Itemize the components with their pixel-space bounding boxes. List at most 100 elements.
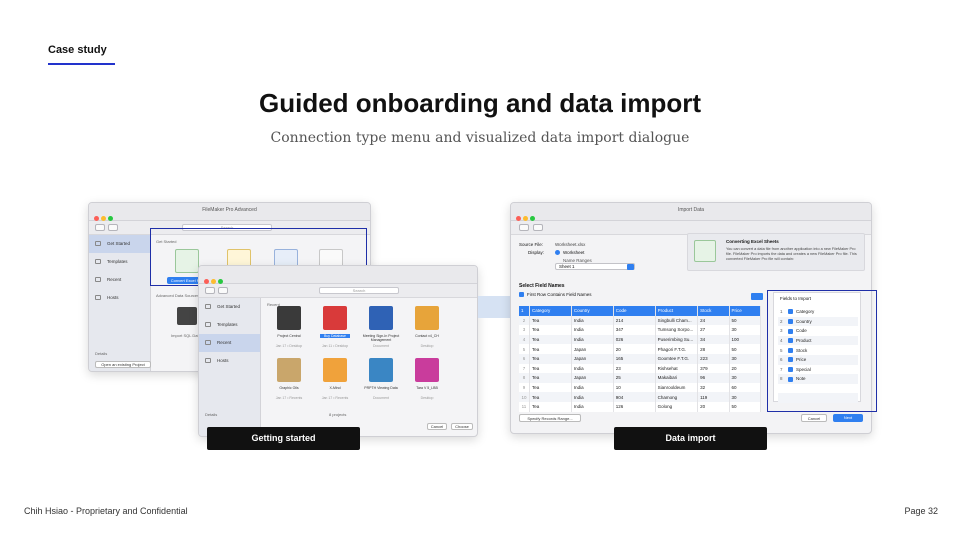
first-row-checkbox[interactable]: First Row Contains Field Names	[519, 292, 592, 298]
toolbar: Search	[199, 284, 477, 298]
items-count: 8 projects	[329, 412, 347, 417]
column-header[interactable]: Stock	[697, 306, 730, 316]
recent-file-name: PRPTH Viewing Data	[364, 386, 398, 390]
column-header[interactable]: Price	[729, 306, 762, 316]
column-header[interactable]: Code	[613, 306, 656, 316]
cancel-button[interactable]: Cancel	[427, 423, 447, 430]
row-number: 6	[519, 353, 530, 364]
section-advanced: Advanced Data Sources	[156, 293, 200, 298]
sidebar-toggle-icon[interactable]	[205, 287, 215, 294]
table-row[interactable]: 8 Tea Japan 25 Makaibari 96 30	[519, 373, 762, 383]
recent-file-thumbnail[interactable]	[369, 358, 393, 382]
table-cell: 119	[697, 392, 730, 402]
recent-file-thumbnail[interactable]	[277, 306, 301, 330]
table-cell: 126	[613, 401, 656, 412]
table-cell: 20	[613, 344, 656, 354]
table-cell: India	[571, 325, 614, 335]
table-cell: 30	[729, 325, 762, 335]
title-bar: Import Data	[511, 203, 871, 221]
table-cell: India	[571, 382, 614, 393]
recent-file-meta: Document	[373, 396, 389, 400]
recent-file-meta: Desktop	[420, 396, 434, 400]
specify-records-range-button[interactable]: Specify Records Range...	[519, 414, 581, 422]
sheet-select[interactable]: Sheet 1	[555, 263, 635, 270]
chevron-down-icon	[627, 264, 634, 270]
sidebar-toggle-icon[interactable]	[519, 224, 529, 231]
table-row[interactable]: 6 Tea Japan 165 Goomtee F.T.G. 223 30	[519, 353, 762, 364]
table-row[interactable]: 9 Tea India 10 Sianrooldeum 32 60	[519, 382, 762, 393]
table-row[interactable]: 11 Tea India 126 Golong 20 50	[519, 401, 762, 412]
sidebar-item-recent[interactable]: Recent	[89, 271, 150, 289]
row-number: 7	[519, 363, 530, 374]
choose-button[interactable]: Choose	[451, 423, 473, 430]
sidebar-item-templates[interactable]: Templates	[89, 253, 150, 271]
table-cell: 50	[729, 401, 762, 412]
table-cell: India	[571, 334, 614, 345]
radio-selected-icon	[555, 250, 560, 256]
radio-worksheet[interactable]: Worksheet	[555, 250, 584, 256]
column-header[interactable]: Category	[529, 306, 572, 316]
table-row[interactable]: 3 Tea India 347 Tumsong Sorpo... 27 30	[519, 325, 762, 335]
details-toggle[interactable]: Details	[205, 412, 217, 417]
sidebar-item-hosts[interactable]: Hosts	[199, 352, 260, 370]
details-toggle[interactable]: Details	[95, 351, 107, 356]
table-cell: Golong	[655, 401, 699, 412]
title-bar: FileMaker Pro Advanced	[89, 203, 370, 221]
row-number: 2	[519, 315, 530, 326]
footer-confidential: Chih Hsiao - Proprietary and Confidentia…	[24, 506, 188, 516]
sidebar-toggle-icon[interactable]	[95, 224, 105, 231]
star-icon	[95, 241, 101, 246]
table-cell: Tea	[529, 373, 572, 383]
recent-file-meta: Jan 17 • Desktop	[275, 344, 303, 348]
display-label: Display:	[528, 250, 545, 255]
table-cell: India	[571, 315, 614, 326]
table-row[interactable]: 10 Tea India 904 Chamong 119 30	[519, 392, 762, 402]
table-row[interactable]: 2 Tea India 214 Singbulli Cham... 24 50	[519, 315, 762, 326]
options-button[interactable]	[751, 293, 763, 300]
window-title: FileMaker Pro Advanced	[202, 207, 257, 213]
table-row[interactable]: 5 Tea Japan 20 Phagori F.T.G. 28 50	[519, 344, 762, 354]
recent-file-thumbnail[interactable]	[323, 358, 347, 382]
table-cell: Tumsong Sorpo...	[655, 325, 699, 335]
recent-file-thumbnail[interactable]	[415, 358, 439, 382]
table-row[interactable]: 4 Tea India 026 Puserimbing Su... 34 100	[519, 334, 762, 345]
table-cell: India	[571, 363, 614, 374]
table-cell: Rishsehat	[655, 363, 699, 374]
column-header[interactable]: Country	[571, 306, 614, 316]
table-cell: Chamong	[655, 392, 699, 402]
table-cell: 32	[697, 382, 730, 393]
source-file-value: Worksheet.xlsx	[555, 242, 586, 247]
sidebar-item-get-started[interactable]: Get Started	[199, 298, 260, 316]
recent-file-meta: Jan 17 • Recents	[275, 396, 303, 400]
next-button[interactable]: Next	[833, 414, 863, 422]
table-cell: 24	[697, 315, 730, 326]
search-input[interactable]: Search	[319, 287, 399, 294]
row-number: 8	[519, 373, 530, 383]
view-toggle-icon[interactable]	[533, 224, 543, 231]
view-toggle-icon[interactable]	[108, 224, 118, 231]
cancel-button[interactable]: Cancel	[801, 414, 827, 422]
recent-file-thumbnail[interactable]	[323, 306, 347, 330]
recent-file-meta: Desktop	[420, 344, 434, 348]
sidebar-item-recent[interactable]: Recent	[199, 334, 260, 352]
recent-file-name: Buy Database	[320, 334, 350, 338]
source-file-label: Source File:	[519, 242, 544, 247]
column-header[interactable]: Product	[655, 306, 699, 316]
caption-data-import: Data import	[614, 427, 767, 450]
sql-icon[interactable]	[177, 307, 197, 325]
table-cell: Japan	[571, 353, 614, 364]
recent-file-thumbnail[interactable]	[369, 306, 393, 330]
sidebar-item-get-started[interactable]: Get Started	[89, 235, 150, 253]
sidebar-item-templates[interactable]: Templates	[199, 316, 260, 334]
table-row[interactable]: 7 Tea India 23 Rishsehat 379 20	[519, 363, 762, 374]
recent-file-name: X-Mind	[329, 386, 341, 390]
info-text: You can convert a data file from another…	[726, 247, 857, 261]
view-toggle-icon[interactable]	[218, 287, 228, 294]
sidebar-item-hosts[interactable]: Hosts	[89, 289, 150, 307]
recent-file-thumbnail[interactable]	[415, 306, 439, 330]
table-cell: 026	[613, 334, 656, 345]
open-existing-button[interactable]: Open an existing Project	[95, 361, 151, 368]
info-panel: Converting Excel Sheets You can convert …	[687, 233, 865, 271]
connector-band	[478, 296, 510, 318]
recent-file-thumbnail[interactable]	[277, 358, 301, 382]
